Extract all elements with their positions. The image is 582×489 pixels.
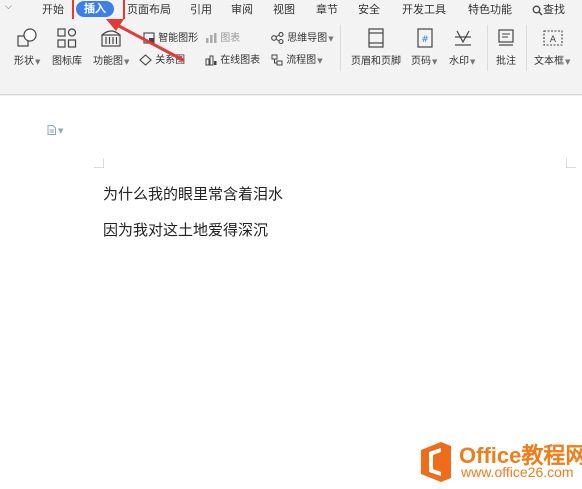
chevron-down-icon[interactable]: ⌵ (5, 2, 12, 12)
mind-map-label: 思维导图 (287, 33, 328, 44)
textbox-label: 文本框 (534, 56, 564, 67)
function-chart-label: 功能图 (93, 56, 123, 67)
function-chart-button[interactable]: 功能图▼ (93, 52, 129, 67)
ribbon-divider (526, 25, 527, 71)
comment-label: 批注 (496, 56, 516, 67)
shapes-label: 形状 (14, 56, 34, 67)
ribbon-divider (487, 25, 488, 71)
watermark-label: 水印 (449, 56, 469, 67)
header-footer-button[interactable]: 页眉和页脚 (351, 52, 401, 67)
textbox-button[interactable]: 文本框▼ (534, 52, 570, 67)
online-chart-label: 在线图表 (220, 55, 261, 66)
chart-button[interactable]: 图表 (205, 29, 240, 44)
smart-art-icon (143, 32, 155, 44)
watermark-icon (455, 30, 471, 46)
smart-art-label: 智能图形 (158, 33, 199, 44)
header-footer-label: 页眉和页脚 (351, 56, 401, 67)
document-line-1[interactable]: 为什么我的眼里常含着泪水 (103, 183, 283, 204)
tab-developer[interactable]: 开发工具 (402, 2, 446, 17)
paragraph-layout-icon[interactable]: ▼ (47, 125, 63, 136)
shapes-icon (17, 28, 37, 47)
icon-library-label: 图标库 (52, 56, 82, 67)
office-logo-icon (421, 442, 451, 482)
tab-chapter[interactable]: 章节 (316, 2, 338, 17)
watermark-button[interactable]: 水印▼ (449, 52, 475, 67)
mind-map-icon (271, 32, 284, 44)
ribbon-divider (340, 25, 341, 71)
search-button[interactable]: 查找 (532, 2, 565, 17)
page-number-button[interactable]: 页码▼ (411, 52, 437, 67)
mind-map-button[interactable]: 思维导图▼ (271, 29, 334, 44)
document-page[interactable]: 为什么我的眼里常含着泪水 因为我对这土地爱得深沉 (0, 96, 582, 489)
relation-chart-button[interactable]: 关系图 (139, 51, 185, 66)
ribbon-tab-bar: ⌵ 开始 插入 页面布局 引用 审阅 视图 章节 安全 开发工具 特色功能 查找 (0, 0, 582, 22)
icon-library-button[interactable]: 图标库 (52, 52, 82, 67)
relation-chart-label: 关系图 (155, 55, 186, 66)
textbox-icon: A (543, 30, 563, 46)
flowchart-icon (271, 54, 283, 66)
bar-chart-icon (206, 33, 217, 43)
wps-writer-window: ⌵ 开始 插入 页面布局 引用 审阅 视图 章节 安全 开发工具 特色功能 查找… (0, 0, 582, 489)
tab-page-layout[interactable]: 页面布局 (127, 2, 171, 17)
tab-home[interactable]: 开始 (42, 2, 64, 17)
smart-art-button[interactable]: 智能图形 (143, 29, 198, 44)
insert-ribbon: 形状▼ 图标库 功能图▼ 智能图形 图表 思维导图▼ 关系图 在线图表 流程图▼… (0, 19, 582, 95)
page-number-icon: # (417, 28, 433, 48)
office26-logo: Office教程网 www.office26.com (417, 436, 582, 489)
tab-references[interactable]: 引用 (190, 2, 212, 17)
icon-library-icon (57, 28, 77, 48)
flowchart-button[interactable]: 流程图▼ (271, 51, 323, 66)
svg-text:A: A (550, 35, 557, 45)
relation-chart-icon (139, 54, 152, 66)
comment-icon (498, 29, 514, 46)
margin-corner-mark (566, 158, 576, 168)
tab-security[interactable]: 安全 (358, 2, 380, 17)
tab-view[interactable]: 视图 (273, 2, 295, 17)
page-number-label: 页码 (411, 56, 431, 67)
document-line-2[interactable]: 因为我对这土地爱得深沉 (103, 219, 268, 240)
logo-url: www.office26.com (461, 464, 574, 480)
tab-review[interactable]: 审阅 (231, 2, 253, 17)
comment-button[interactable]: 批注 (496, 52, 516, 67)
tab-features[interactable]: 特色功能 (468, 2, 512, 17)
svg-text:#: # (421, 35, 429, 45)
header-footer-icon (368, 28, 384, 48)
search-icon (532, 5, 543, 15)
chart-label: 图表 (220, 33, 241, 44)
online-chart-icon (205, 55, 217, 66)
flowchart-label: 流程图 (286, 55, 317, 66)
document-icon (47, 125, 56, 135)
margin-corner-mark (94, 158, 104, 168)
search-label: 查找 (543, 3, 565, 16)
shapes-button[interactable]: 形状▼ (14, 52, 40, 67)
function-chart-icon (101, 30, 121, 47)
online-chart-button[interactable]: 在线图表 (205, 51, 260, 66)
